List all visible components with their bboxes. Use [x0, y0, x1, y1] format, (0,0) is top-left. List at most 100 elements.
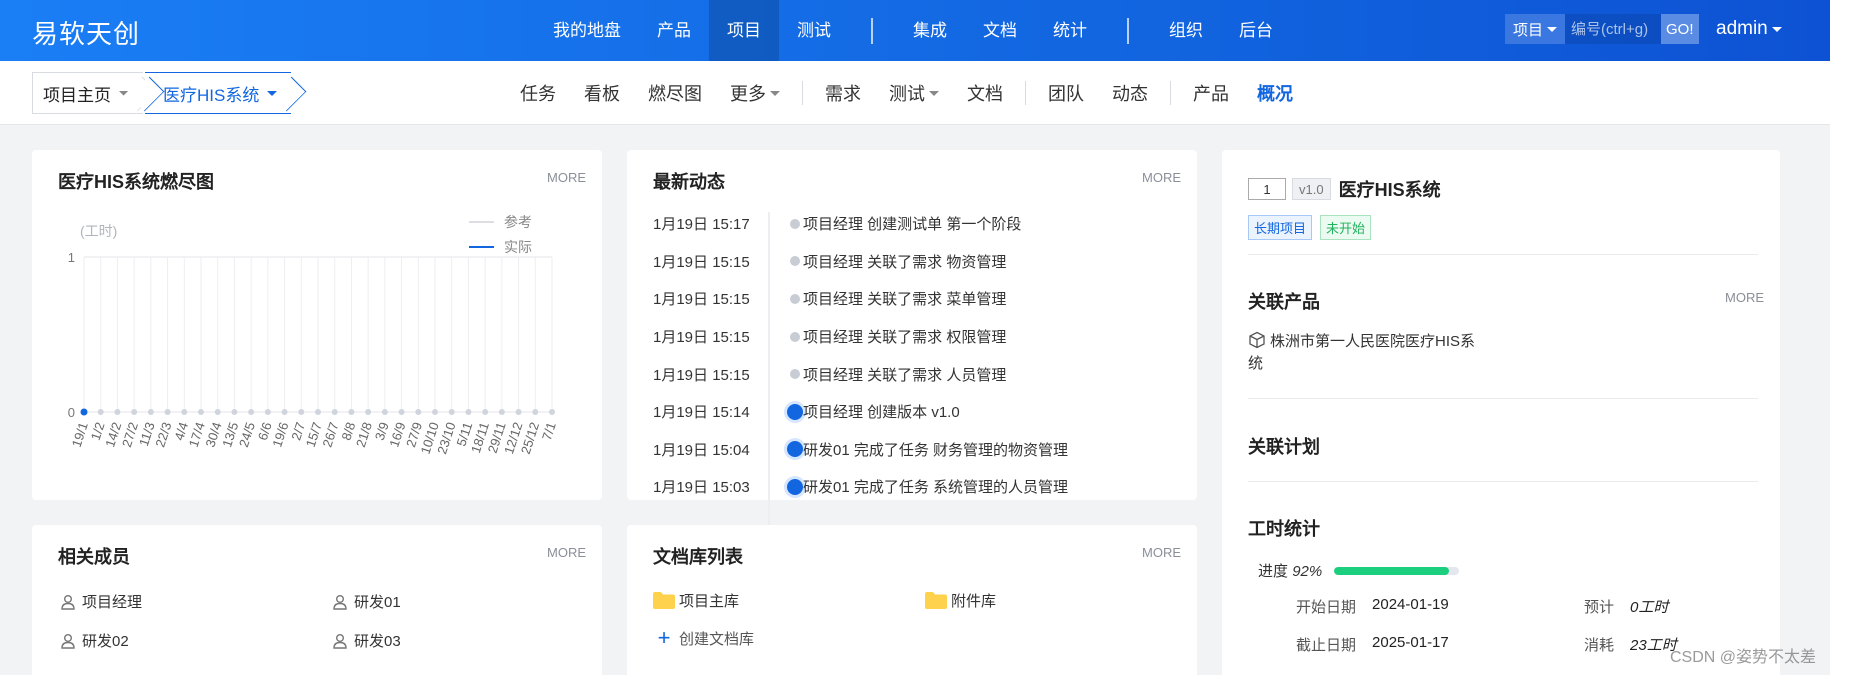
page-scrollbar[interactable] — [1830, 0, 1856, 675]
reference-point — [331, 409, 338, 415]
breadcrumb-project[interactable]: 医疗HIS系统 — [145, 72, 292, 114]
reference-point — [448, 409, 455, 415]
reference-point — [465, 409, 472, 415]
start-date-row: 开始日期 2024-01-19 — [1296, 596, 1449, 617]
related-plan-title: 关联计划 — [1248, 437, 1320, 457]
subnav-overview[interactable]: 概况 — [1243, 80, 1307, 106]
user-icon — [61, 633, 75, 649]
subnav-divider — [1025, 81, 1026, 105]
subnav-test[interactable]: 测试 — [875, 80, 953, 106]
tag-long-term: 长期项目 — [1248, 215, 1313, 240]
user-name: admin — [1716, 18, 1768, 39]
global-search: 项目 GO! — [1505, 14, 1699, 44]
x-tick-label: 7/1 — [539, 420, 559, 442]
doclib-more-link[interactable]: MORE — [1142, 545, 1181, 560]
member-item[interactable]: 研发03 — [332, 630, 401, 651]
nav-ci[interactable]: 集成 — [895, 0, 965, 61]
subnav-more[interactable]: 更多 — [716, 80, 794, 106]
reference-point — [532, 409, 539, 415]
subnav-doc[interactable]: 文档 — [953, 80, 1017, 106]
dynamic-item[interactable]: 1月19日 15:15 项目经理 关联了需求 物资管理 — [653, 243, 1213, 281]
dynamic-item[interactable]: 1月19日 15:15 项目经理 关联了需求 权限管理 — [653, 318, 1213, 356]
member-item[interactable]: 研发01 — [332, 591, 401, 612]
related-product-link[interactable]: 株洲市第一人民医院医疗HIS系统 — [1248, 331, 1488, 375]
subnav-label: 测试 — [889, 84, 925, 104]
reference-point — [264, 409, 271, 415]
subnav-label: 需求 — [825, 84, 861, 104]
nav-my[interactable]: 我的地盘 — [535, 0, 639, 61]
dynamic-text: 项目经理 创建版本 v1.0 — [803, 404, 960, 422]
nav-project[interactable]: 项目 — [709, 0, 779, 61]
project-tags: 长期项目 未开始 — [1248, 215, 1372, 240]
progress-label: 进度 — [1258, 563, 1289, 580]
dynamic-item[interactable]: 1月19日 15:04 研发01 完成了任务 财务管理的物资管理 — [653, 431, 1213, 469]
subnav-kanban[interactable]: 看板 — [570, 80, 634, 106]
dynamic-item[interactable]: 1月19日 15:03 研发01 完成了任务 系统管理的人员管理 — [653, 468, 1213, 506]
reference-point — [214, 409, 221, 415]
divider — [1248, 398, 1758, 399]
reference-point — [432, 409, 438, 415]
subnav-product[interactable]: 产品 — [1179, 80, 1243, 106]
start-date-label: 开始日期 — [1296, 599, 1357, 616]
members-more-link[interactable]: MORE — [547, 545, 586, 560]
progress-bar — [1334, 566, 1460, 575]
chevron-down-icon — [770, 90, 780, 96]
nav-divider — [1127, 17, 1129, 44]
folder-icon — [653, 592, 675, 609]
brand-logo[interactable]: 易软天创 — [32, 14, 140, 51]
doclib-item[interactable]: 附件库 — [925, 590, 996, 611]
dynamics-list: 1月19日 15:17 项目经理 创建测试单 第一个阶段 1月19日 15:15 项目… — [653, 205, 1213, 506]
member-item[interactable]: 研发02 — [60, 630, 129, 651]
nav-admin[interactable]: 后台 — [1221, 0, 1291, 61]
chevron-down-icon — [267, 90, 278, 96]
breadcrumb-home[interactable]: 项目主页 — [32, 72, 143, 114]
breadcrumb-home-label: 项目主页 — [43, 85, 111, 105]
dynamic-text: 项目经理 创建测试单 第一个阶段 — [803, 216, 1022, 234]
subnav-dynamic[interactable]: 动态 — [1098, 80, 1162, 106]
search-input[interactable] — [1565, 14, 1662, 44]
burndown-chart: (工时)1019/11/214/227/211/322/34/417/430/4… — [68, 214, 559, 456]
dynamics-title: 最新动态 — [653, 172, 725, 192]
subnav-divider — [802, 81, 803, 105]
x-tick-label: 19/1 — [69, 420, 91, 449]
subnav-label: 看板 — [584, 84, 620, 104]
dynamic-item[interactable]: 1月19日 15:17 项目经理 创建测试单 第一个阶段 — [653, 205, 1213, 243]
reference-point — [398, 409, 405, 415]
nav-test[interactable]: 测试 — [779, 0, 849, 61]
reference-point — [131, 409, 138, 415]
consumed-label: 消耗 — [1584, 637, 1615, 654]
related-product-more-link[interactable]: MORE — [1725, 290, 1764, 305]
dynamic-text: 研发01 完成了任务 系统管理的人员管理 — [803, 479, 1069, 497]
search-type-label: 项目 — [1513, 21, 1544, 39]
progress-bar-fill — [1334, 566, 1450, 575]
subnav-divider — [1170, 81, 1171, 105]
reference-point — [365, 409, 372, 415]
subnav-burndown[interactable]: 燃尽图 — [634, 80, 716, 106]
subnav-story[interactable]: 需求 — [811, 80, 875, 106]
reference-point — [348, 409, 355, 415]
subnav-task[interactable]: 任务 — [506, 80, 570, 106]
members-card: 相关成员 MORE 项目经理 研发01 研发02 研发03 — [32, 525, 602, 675]
reference-point — [549, 409, 555, 415]
reference-point — [281, 409, 288, 415]
dynamics-more-link[interactable]: MORE — [1142, 170, 1181, 185]
nav-doc[interactable]: 文档 — [965, 0, 1035, 61]
dynamic-item[interactable]: 1月19日 15:14 项目经理 创建版本 v1.0 — [653, 393, 1213, 431]
member-name: 研发03 — [354, 633, 401, 650]
user-menu[interactable]: admin — [1716, 18, 1782, 40]
search-go-button[interactable]: GO! — [1661, 14, 1699, 44]
doclib-item[interactable]: 项目主库 — [653, 590, 739, 611]
nav-product[interactable]: 产品 — [639, 0, 709, 61]
member-item[interactable]: 项目经理 — [60, 591, 142, 612]
member-name: 项目经理 — [82, 594, 143, 611]
dynamic-item[interactable]: 1月19日 15:15 项目经理 关联了需求 菜单管理 — [653, 280, 1213, 318]
nav-org[interactable]: 组织 — [1151, 0, 1221, 61]
search-type-select[interactable]: 项目 — [1505, 14, 1566, 44]
create-doclib-button[interactable]: + 创建文档库 — [653, 627, 754, 649]
subnav-team[interactable]: 团队 — [1034, 80, 1098, 106]
dynamic-time: 1月19日 15:15 — [653, 291, 750, 309]
nav-stats[interactable]: 统计 — [1035, 0, 1105, 61]
main-nav: 我的地盘 产品 项目 测试 集成 文档 统计 组织 后台 — [535, 0, 1291, 61]
dynamic-item[interactable]: 1月19日 15:15 项目经理 关联了需求 人员管理 — [653, 355, 1213, 393]
doclib-name: 项目主库 — [679, 593, 740, 610]
